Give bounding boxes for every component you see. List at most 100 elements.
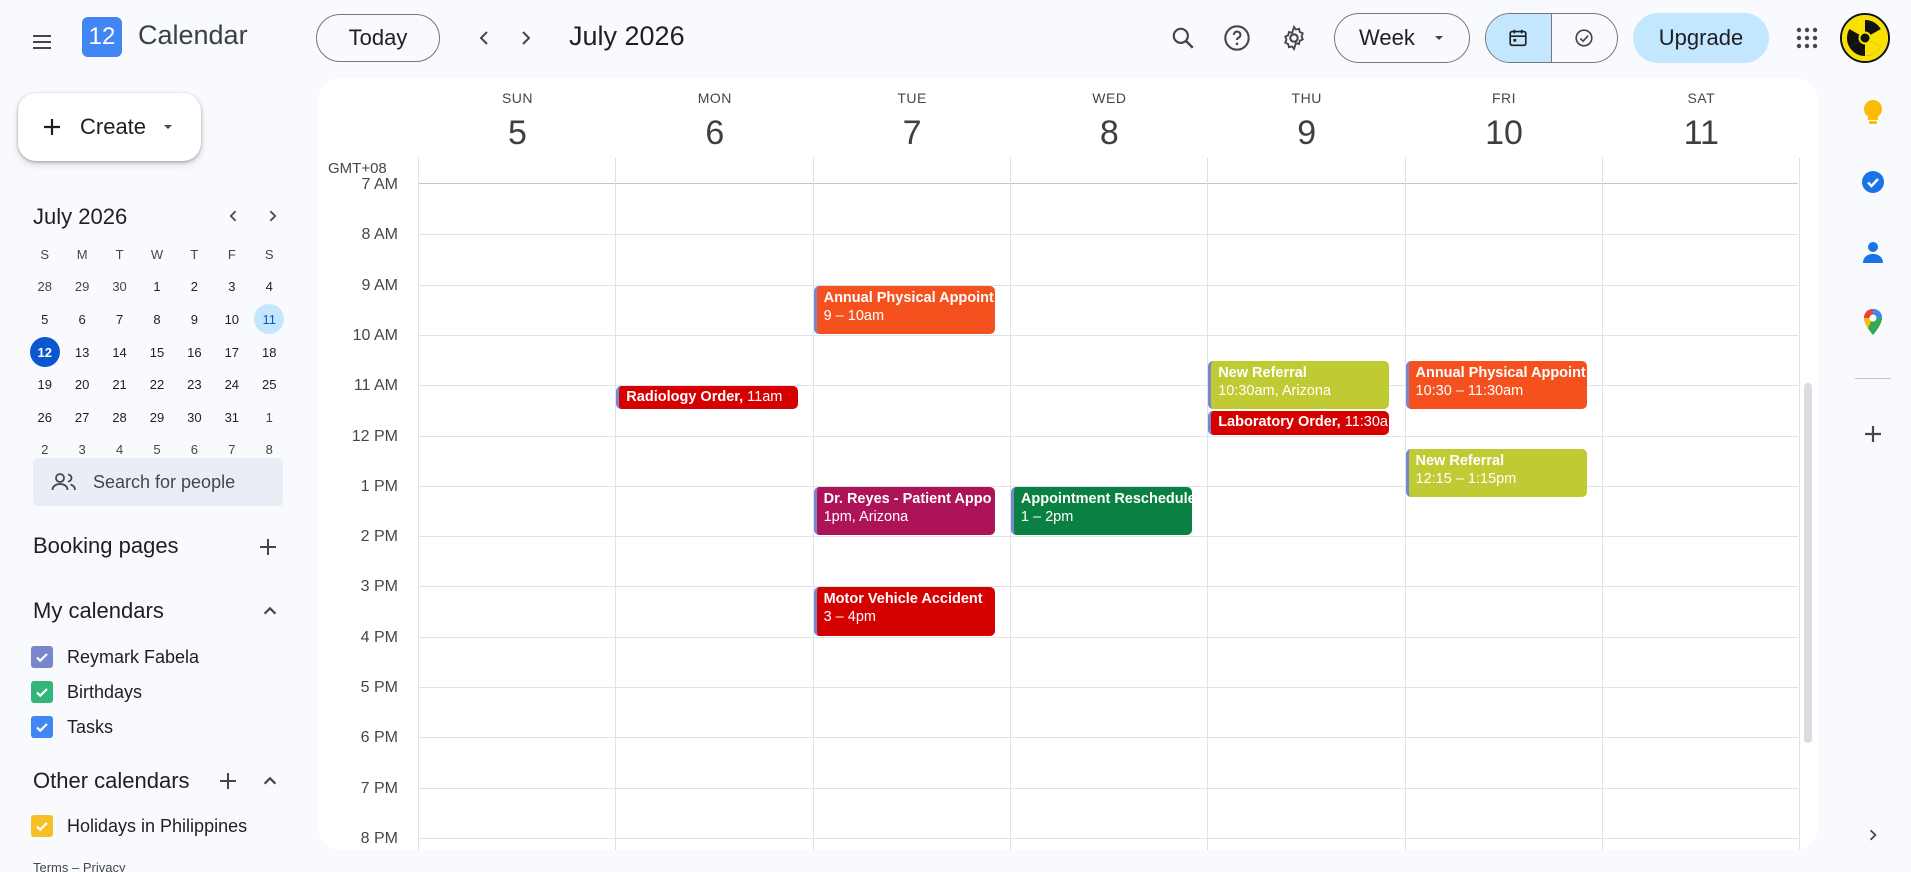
create-button[interactable]: Create xyxy=(18,93,201,161)
day-header-wed[interactable]: WED 8 xyxy=(1011,90,1208,153)
mini-day[interactable]: 14 xyxy=(101,337,138,367)
mini-day[interactable]: 31 xyxy=(213,402,250,432)
calendar-checkbox[interactable] xyxy=(31,716,53,738)
view-selector-dropdown[interactable]: Week xyxy=(1334,13,1470,63)
help-icon[interactable] xyxy=(1217,18,1257,58)
mini-prev-month-button[interactable] xyxy=(220,202,248,230)
mini-day[interactable]: 2 xyxy=(176,272,213,302)
day-number[interactable]: 9 xyxy=(1208,114,1405,153)
mini-day[interactable]: 3 xyxy=(213,272,250,302)
mini-day[interactable]: 26 xyxy=(26,402,63,432)
mini-day[interactable]: 7 xyxy=(101,304,138,334)
mini-day[interactable]: 23 xyxy=(176,370,213,400)
mini-day[interactable]: 30 xyxy=(101,272,138,302)
mini-day[interactable]: 15 xyxy=(138,337,175,367)
calendar-event[interactable]: New Referral 12:15 – 1:15pm xyxy=(1405,449,1587,498)
day-header-thu[interactable]: THU 9 xyxy=(1208,90,1405,153)
mini-day-number: 21 xyxy=(112,377,127,393)
mini-day[interactable]: 9 xyxy=(176,304,213,334)
calendar-event[interactable]: Dr. Reyes - Patient Appo 1pm, Arizona xyxy=(813,486,995,536)
mini-day[interactable]: 28 xyxy=(26,272,63,302)
calendar-event[interactable]: New Referral 10:30am, Arizona xyxy=(1208,361,1390,410)
calendar-view-toggle[interactable] xyxy=(1486,14,1552,62)
tasks-view-toggle[interactable] xyxy=(1552,14,1618,62)
search-people-field[interactable]: Search for people xyxy=(33,458,283,506)
keep-icon[interactable] xyxy=(1858,97,1888,127)
google-apps-icon[interactable] xyxy=(1787,18,1827,58)
calendar-event[interactable]: Annual Physical Appoint 10:30 – 11:30am xyxy=(1405,361,1587,410)
mini-day[interactable]: 4 xyxy=(251,272,288,302)
mini-day[interactable]: 27 xyxy=(63,402,100,432)
mini-day[interactable]: 24 xyxy=(213,370,250,400)
mini-next-month-button[interactable] xyxy=(258,202,286,230)
expand-panel-icon[interactable] xyxy=(1858,820,1888,850)
day-header-tue[interactable]: TUE 7 xyxy=(814,90,1011,153)
contacts-icon[interactable] xyxy=(1858,237,1888,267)
get-add-ons-icon[interactable] xyxy=(1858,419,1888,449)
calendar-logo[interactable]: 12 xyxy=(82,17,122,57)
calendar-item[interactable]: Reymark Fabela xyxy=(31,646,199,668)
previous-week-button[interactable] xyxy=(467,20,503,56)
day-header-mon[interactable]: MON 6 xyxy=(616,90,813,153)
calendar-checkbox[interactable] xyxy=(31,815,53,837)
settings-gear-icon[interactable] xyxy=(1274,18,1314,58)
my-calendars-heading[interactable]: My calendars xyxy=(33,598,164,624)
mini-day[interactable]: 1 xyxy=(251,402,288,432)
calendar-event[interactable]: Motor Vehicle Accident 3 – 4pm xyxy=(813,587,995,636)
day-header-sat[interactable]: SAT 11 xyxy=(1603,90,1800,153)
chevron-up-icon[interactable] xyxy=(256,597,284,625)
calendar-checkbox[interactable] xyxy=(31,681,53,703)
calendar-event[interactable]: Annual Physical Appoint 9 – 10am xyxy=(813,285,995,334)
mini-day[interactable]: 21 xyxy=(101,370,138,400)
mini-day[interactable]: 30 xyxy=(176,402,213,432)
day-header-sun[interactable]: SUN 5 xyxy=(419,90,616,153)
mini-day[interactable]: 6 xyxy=(63,304,100,334)
mini-day[interactable]: 18 xyxy=(251,337,288,367)
mini-day[interactable]: 16 xyxy=(176,337,213,367)
calendar-item[interactable]: Holidays in Philippines xyxy=(31,815,247,837)
mini-day[interactable]: 29 xyxy=(138,402,175,432)
mini-day[interactable]: 10 xyxy=(213,304,250,334)
mini-day[interactable]: 5 xyxy=(26,304,63,334)
event-title: Motor Vehicle Accident xyxy=(823,591,983,608)
calendar-item[interactable]: Birthdays xyxy=(31,681,142,703)
calendar-event[interactable]: Appointment Reschedule 1 – 2pm xyxy=(1010,486,1193,536)
mini-day[interactable]: 17 xyxy=(213,337,250,367)
day-number[interactable]: 6 xyxy=(616,114,813,153)
tasks-icon[interactable] xyxy=(1858,167,1888,197)
day-header-fri[interactable]: FRI 10 xyxy=(1406,90,1603,153)
mini-day[interactable]: 12 xyxy=(26,337,63,368)
mini-day[interactable]: 25 xyxy=(251,370,288,400)
calendar-event[interactable]: Laboratory Order, 11:30am xyxy=(1208,411,1390,435)
mini-day[interactable]: 13 xyxy=(63,337,100,367)
maps-icon[interactable] xyxy=(1858,307,1888,337)
other-calendars-heading[interactable]: Other calendars xyxy=(33,768,190,794)
upgrade-button[interactable]: Upgrade xyxy=(1633,13,1769,63)
mini-day[interactable]: 1 xyxy=(138,272,175,302)
mini-day[interactable]: 20 xyxy=(63,370,100,400)
day-number[interactable]: 8 xyxy=(1011,114,1208,153)
chevron-up-icon[interactable] xyxy=(256,767,284,795)
mini-day[interactable]: 19 xyxy=(26,370,63,400)
calendar-item[interactable]: Tasks xyxy=(31,716,113,738)
account-avatar[interactable] xyxy=(1840,13,1890,63)
mini-day[interactable]: 11 xyxy=(251,304,288,335)
add-other-calendar-icon[interactable] xyxy=(214,767,242,795)
mini-day[interactable]: 29 xyxy=(63,272,100,302)
terms-privacy-link[interactable]: Terms – Privacy xyxy=(33,860,125,872)
mini-day[interactable]: 8 xyxy=(138,304,175,334)
next-week-button[interactable] xyxy=(507,20,543,56)
day-number[interactable]: 10 xyxy=(1406,114,1603,153)
day-number[interactable]: 11 xyxy=(1603,114,1800,153)
day-number[interactable]: 5 xyxy=(419,114,616,153)
calendar-checkbox[interactable] xyxy=(31,646,53,668)
mini-day[interactable]: 22 xyxy=(138,370,175,400)
day-number[interactable]: 7 xyxy=(814,114,1011,153)
main-menu-icon[interactable] xyxy=(22,22,62,62)
today-button[interactable]: Today xyxy=(316,14,440,62)
add-booking-page-icon[interactable] xyxy=(254,533,282,561)
mini-day[interactable]: 28 xyxy=(101,402,138,432)
vertical-scrollbar[interactable] xyxy=(1804,383,1812,743)
calendar-event[interactable]: Radiology Order, 11am xyxy=(616,386,798,410)
search-icon[interactable] xyxy=(1163,18,1203,58)
